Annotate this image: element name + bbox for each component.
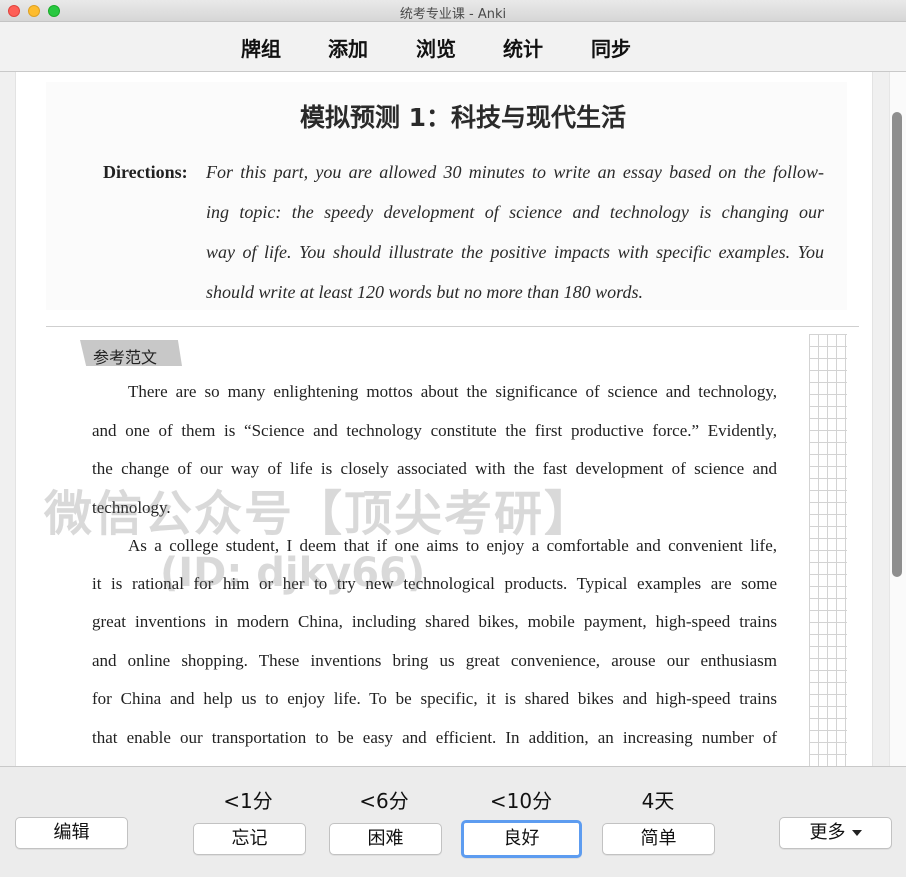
more-button[interactable]: 更多 <box>779 817 892 849</box>
reference-essay-tag-label: 参考范文 <box>93 348 158 367</box>
interval-easy: 4天 <box>641 789 675 813</box>
essay-text-line: for China and help us to enjoy life. To … <box>92 689 777 708</box>
card-view: 模拟预测 1：科技与现代生活 Directions: For this part… <box>0 72 906 766</box>
chevron-down-icon <box>851 830 862 836</box>
essay-text-line: and one of them is “Science and technolo… <box>92 421 777 440</box>
easy-button[interactable]: 简单 <box>602 823 715 855</box>
edit-button[interactable]: 编辑 <box>15 817 128 849</box>
title-bar: 统考专业课 - Anki <box>0 0 906 22</box>
more-button-label: 更多 <box>809 822 846 843</box>
card-heading: 模拟预测 1：科技与现代生活 <box>299 103 627 132</box>
section-divider <box>46 326 859 327</box>
nav-browse-link[interactable]: 浏览 <box>416 33 456 62</box>
essay-text-line: that enable our transportation to be eas… <box>92 728 777 747</box>
top-toolbar: 牌组 添加 浏览 统计 同步 <box>0 22 906 72</box>
interval-hard: <6分 <box>359 789 409 813</box>
answer-bar: 编辑 <1分 <6分 <10分 4天 忘记 困难 良好 简单 更多 <box>0 766 906 877</box>
watermark-id-text: (ID: djky66) <box>160 550 426 596</box>
window-title: 统考专业课 - Anki <box>399 7 507 22</box>
nav-add-link[interactable]: 添加 <box>328 33 368 62</box>
hard-button[interactable]: 困难 <box>329 823 442 855</box>
interval-good: <10分 <box>489 789 553 813</box>
nav-sync-link[interactable]: 同步 <box>591 33 631 62</box>
nav-decks-link[interactable]: 牌组 <box>241 33 281 62</box>
essay-text-line: great inventions in modern China, includ… <box>92 612 777 631</box>
good-button[interactable]: 良好 <box>461 820 582 858</box>
directions-text-line: ing topic: the speedy development of sci… <box>206 202 824 222</box>
essay-text-line: There are so many enlightening mottos ab… <box>128 382 777 401</box>
writing-grid-margin <box>809 334 847 766</box>
directions-text-line: should write at least 120 words but no m… <box>206 282 644 302</box>
essay-text-line: and online shopping. These inventions br… <box>92 651 777 670</box>
directions-text-line: way of life. You should illustrate the p… <box>206 242 824 262</box>
again-button[interactable]: 忘记 <box>193 823 306 855</box>
nav-stats-link[interactable]: 统计 <box>503 33 543 62</box>
watermark-text: 微信公众号【顶尖考研】 <box>44 486 595 542</box>
card-left-margin <box>0 72 16 766</box>
scrollbar-thumb[interactable] <box>892 112 902 577</box>
directions-text-line: For this part, you are allowed 30 minute… <box>206 162 824 182</box>
interval-again: <1分 <box>223 789 273 813</box>
directions-label: Directions: <box>103 162 188 182</box>
